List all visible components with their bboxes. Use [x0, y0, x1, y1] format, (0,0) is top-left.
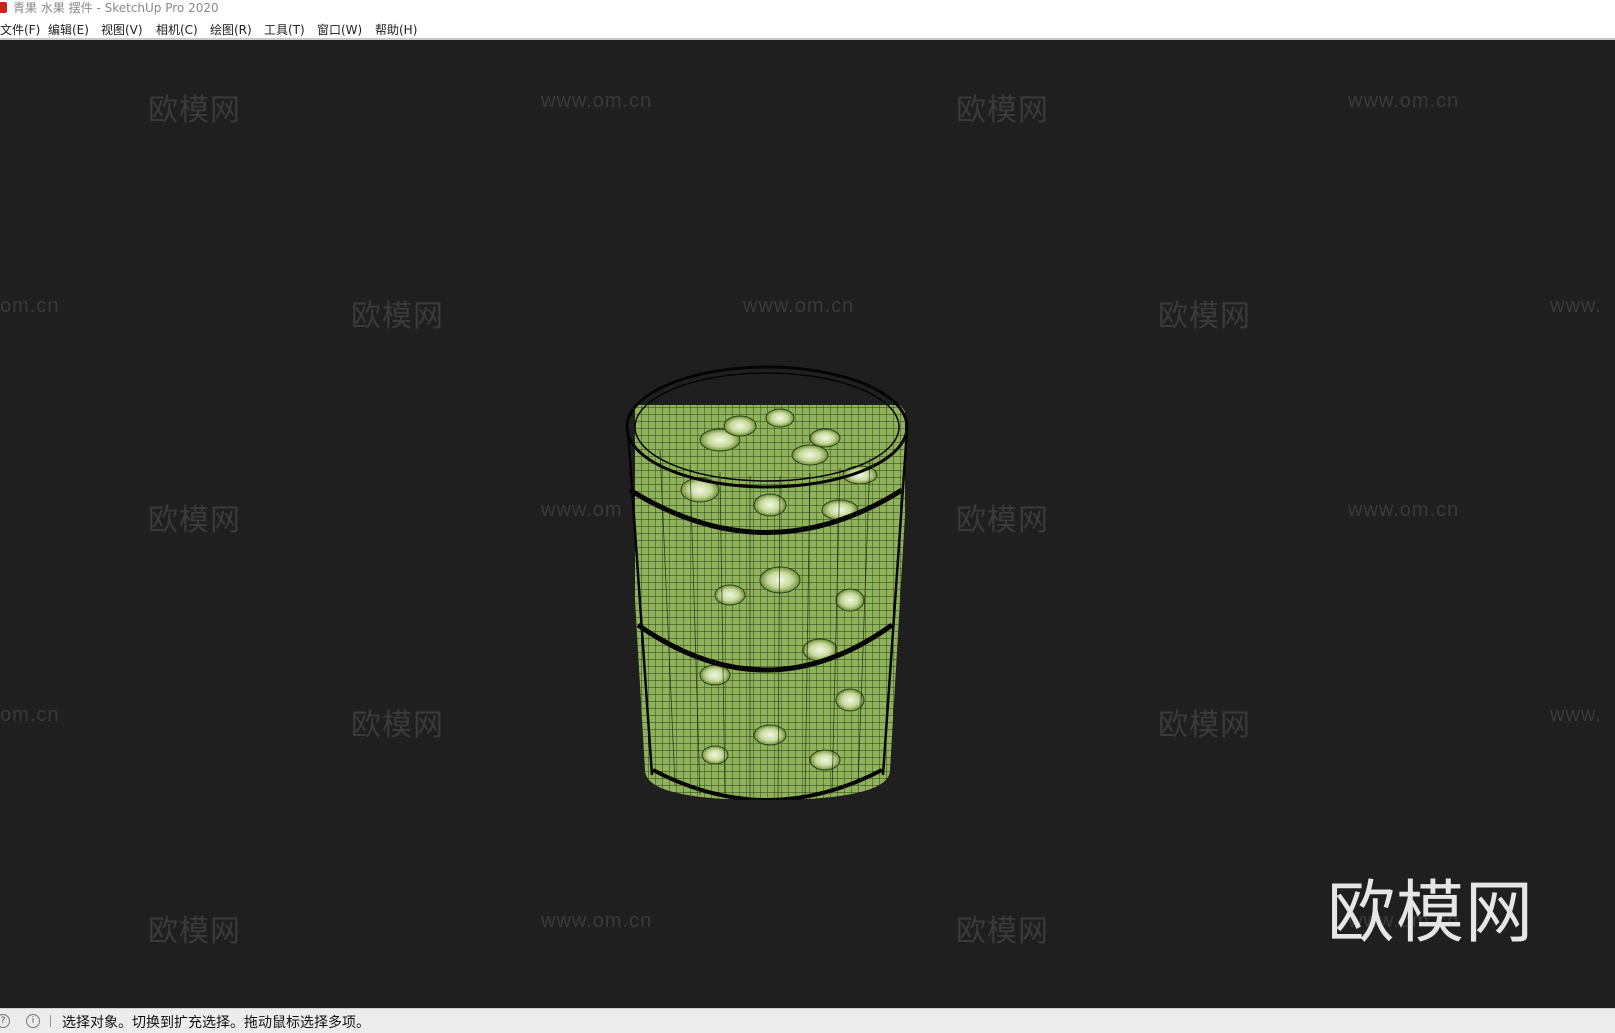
watermark-url: www.om.cn	[541, 910, 653, 932]
watermark-url: www.om	[541, 499, 623, 521]
watermark-text: 欧模网	[351, 300, 444, 333]
watermark-url: www.om.cn	[1348, 90, 1460, 112]
watermark-url: om.cn	[0, 704, 60, 726]
3d-viewport[interactable]: 欧模网 www.om.cn 欧模网 www.om.cn om.cn 欧模网 ww…	[0, 40, 1615, 1008]
fruit-basket-model[interactable]	[620, 330, 920, 800]
watermark-url: www.om.cn	[743, 295, 855, 317]
watermark-text: 欧模网	[956, 504, 1049, 537]
menu-tools[interactable]: 工具(T)	[264, 21, 305, 38]
menu-window[interactable]: 窗口(W)	[317, 21, 362, 38]
sketchup-logo-icon	[0, 2, 7, 13]
status-separator	[50, 1015, 51, 1027]
watermark-url: om.cn	[0, 295, 60, 317]
status-message: 选择对象。切换到扩充选择。拖动鼠标选择多项。	[62, 1015, 370, 1031]
watermark-text: 欧模网	[351, 709, 444, 742]
watermark-text: 欧模网	[148, 94, 241, 127]
watermark-url: www.	[1550, 295, 1602, 317]
watermark-logo: 欧模网	[1327, 874, 1535, 953]
info-icon[interactable]: i	[26, 1014, 40, 1028]
title-bar: 青果 水果 摆件 - SketchUp Pro 2020	[0, 0, 1615, 18]
watermark-text: 欧模网	[1158, 300, 1251, 333]
watermark-url: www.	[1550, 704, 1602, 726]
menu-draw[interactable]: 绘图(R)	[210, 21, 252, 38]
watermark-url: www.om.cn	[1348, 499, 1460, 521]
status-bar: ? i 选择对象。切换到扩充选择。拖动鼠标选择多项。	[0, 1008, 1615, 1033]
menu-bar: 文件(F) 编辑(E) 视图(V) 相机(C) 绘图(R) 工具(T) 窗口(W…	[0, 18, 1615, 40]
watermark-text: 欧模网	[148, 915, 241, 948]
menu-file[interactable]: 文件(F)	[0, 21, 40, 38]
menu-camera[interactable]: 相机(C)	[156, 21, 198, 38]
geo-location-icon[interactable]: ?	[0, 1014, 10, 1028]
watermark-url: www.om.cn	[541, 90, 653, 112]
watermark-text: 欧模网	[148, 504, 241, 537]
menu-view[interactable]: 视图(V)	[101, 21, 143, 38]
watermark-text: 欧模网	[1158, 709, 1251, 742]
menu-edit[interactable]: 编辑(E)	[48, 21, 89, 38]
window-title: 青果 水果 摆件 - SketchUp Pro 2020	[13, 1, 219, 15]
watermark-text: 欧模网	[956, 94, 1049, 127]
watermark-text: 欧模网	[956, 915, 1049, 948]
menu-help[interactable]: 帮助(H)	[375, 21, 417, 38]
